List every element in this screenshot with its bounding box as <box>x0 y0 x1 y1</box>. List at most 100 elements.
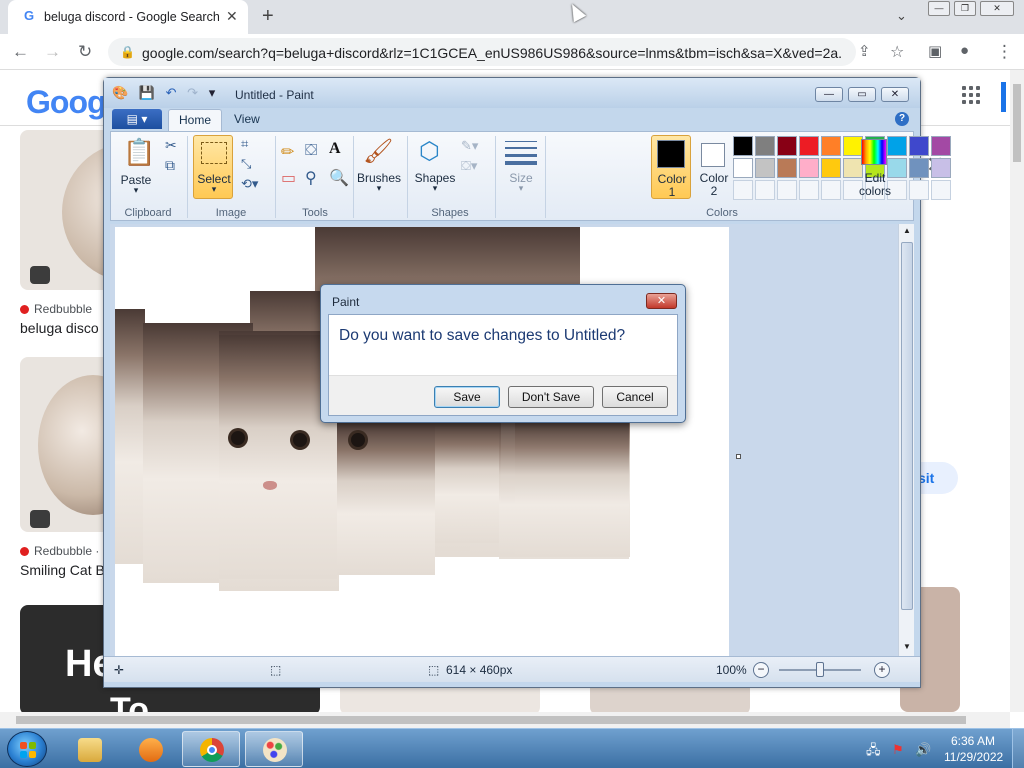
save-icon[interactable]: 💾 <box>139 85 155 100</box>
edit-colors-button[interactable]: Edit colors <box>855 135 895 199</box>
browser-restore-button[interactable]: ❐ <box>954 1 976 16</box>
palette-swatch[interactable] <box>909 136 929 156</box>
zoom-in-button[interactable]: + <box>874 662 890 678</box>
color-2-button[interactable]: Color 2 <box>694 135 734 199</box>
custom-color-slot[interactable] <box>733 180 753 200</box>
cancel-button[interactable]: Cancel <box>602 386 668 408</box>
reload-icon[interactable]: ↻ <box>78 42 92 62</box>
side-panel-icon[interactable]: ▣ <box>928 42 942 60</box>
pencil-icon[interactable]: ✏ <box>281 142 294 162</box>
redo-icon[interactable]: ↷ <box>187 85 198 100</box>
google-apps-icon[interactable] <box>962 86 980 104</box>
tab-search-chevron-icon[interactable]: ⌄ <box>896 8 907 24</box>
taskbar-paint[interactable] <box>245 731 303 767</box>
bookmark-star-icon[interactable]: ☆ <box>890 42 904 62</box>
start-button[interactable] <box>7 731 47 767</box>
show-desktop-button[interactable] <box>1012 729 1024 768</box>
custom-color-slot[interactable] <box>799 180 819 200</box>
browser-menu-icon[interactable]: ⋮ <box>996 42 1013 62</box>
shapes-button[interactable]: ⬡ Shapes ▾ <box>413 135 457 199</box>
volume-icon[interactable]: 🔊 <box>915 742 931 757</box>
custom-color-slot[interactable] <box>821 180 841 200</box>
customize-qat-chevron-icon[interactable]: ▾ <box>209 85 216 100</box>
tab-home[interactable]: Home <box>168 109 222 131</box>
palette-swatch[interactable] <box>777 136 797 156</box>
paste-button[interactable]: 📋 Paste ▾ <box>115 135 157 199</box>
palette-swatch[interactable] <box>755 136 775 156</box>
custom-color-slot[interactable] <box>909 180 929 200</box>
forward-arrow-icon[interactable]: → <box>44 42 61 62</box>
page-horizontal-scrollbar[interactable] <box>0 712 1010 728</box>
eraser-icon[interactable]: ▭ <box>281 168 296 188</box>
palette-swatch[interactable] <box>733 158 753 178</box>
color-1-button[interactable]: Color 1 <box>651 135 691 199</box>
palette-swatch[interactable] <box>909 158 929 178</box>
fill-bucket-icon[interactable]: ⛋ <box>305 142 317 160</box>
taskbar-chrome[interactable] <box>182 731 240 767</box>
text-tool-icon[interactable]: A <box>329 140 341 158</box>
share-icon[interactable]: ⇪ <box>858 42 871 60</box>
result-title[interactable]: Smiling Cat B <box>20 562 105 578</box>
brushes-button[interactable]: 🖌 Brushes ▾ <box>357 135 401 199</box>
paint-minimize-button[interactable]: — <box>815 87 843 102</box>
outline-icon[interactable]: ✎▾ <box>461 138 478 154</box>
cut-icon[interactable]: ✂ <box>165 137 177 154</box>
undo-icon[interactable]: ↶ <box>166 85 177 100</box>
address-bar[interactable]: 🔒 google.com/search?q=beluga+discord&rlz… <box>108 38 856 66</box>
browser-minimize-button[interactable]: — <box>928 1 950 16</box>
clock-time[interactable]: 6:36 AM <box>950 734 996 748</box>
action-center-flag-icon[interactable]: ⚑ <box>892 742 904 757</box>
page-vertical-scrollbar[interactable] <box>1010 70 1024 712</box>
pasted-cat-image[interactable] <box>115 309 145 564</box>
back-arrow-icon[interactable]: ← <box>12 42 29 62</box>
new-tab-icon[interactable]: + <box>262 5 274 28</box>
save-button[interactable]: Save <box>434 386 500 408</box>
color-picker-icon[interactable]: ⚲ <box>305 168 317 188</box>
dialog-close-button[interactable]: ✕ <box>646 293 677 309</box>
select-button[interactable]: Select ▾ <box>193 135 233 199</box>
tab-close-icon[interactable]: ✕ <box>226 8 238 25</box>
pasted-cat-image[interactable] <box>337 423 435 575</box>
rotate-icon[interactable]: ⟲▾ <box>241 176 258 192</box>
palette-swatch[interactable] <box>931 158 951 178</box>
dont-save-button[interactable]: Don't Save <box>508 386 594 408</box>
magnifier-icon[interactable]: 🔍 <box>329 168 349 188</box>
crop-icon[interactable]: ⌗ <box>241 136 248 152</box>
taskbar-explorer[interactable] <box>60 731 118 767</box>
network-icon[interactable]: 🖧 <box>866 742 881 757</box>
size-button[interactable]: Size ▾ <box>501 135 541 199</box>
pasted-cat-image[interactable] <box>435 423 501 543</box>
palette-swatch[interactable] <box>821 158 841 178</box>
copy-icon[interactable]: ⧉ <box>165 157 175 174</box>
zoom-out-button[interactable]: − <box>753 662 769 678</box>
palette-swatch[interactable] <box>777 158 797 178</box>
paint-maximize-button[interactable]: ▭ <box>848 87 876 102</box>
palette-swatch[interactable] <box>821 136 841 156</box>
lock-icon[interactable]: 🔒 <box>120 45 135 59</box>
browser-tab[interactable]: G beluga discord - Google Search ✕ <box>8 0 248 34</box>
tab-view[interactable]: View <box>234 112 260 126</box>
paint-close-button[interactable]: ✕ <box>881 87 909 102</box>
custom-color-slot[interactable] <box>755 180 775 200</box>
url-text[interactable]: google.com/search?q=beluga+discord&rlz=1… <box>142 45 842 61</box>
palette-swatch[interactable] <box>755 158 775 178</box>
zoom-slider-thumb[interactable] <box>816 662 824 677</box>
result-title[interactable]: beluga disco <box>20 320 99 336</box>
sign-in-button-edge[interactable] <box>1001 82 1006 112</box>
result-source[interactable]: Redbubble · <box>20 544 99 558</box>
clock-date[interactable]: 11/29/2022 <box>944 750 1003 764</box>
paint-title-bar[interactable]: 🎨 💾 ↶ ↷ ▾ Untitled - Paint — ▭ ✕ <box>104 78 920 108</box>
resize-icon[interactable]: ⤡ <box>241 156 251 172</box>
result-source[interactable]: Redbubble <box>20 302 92 316</box>
custom-color-slot[interactable] <box>777 180 797 200</box>
browser-close-button[interactable]: ✕ <box>980 1 1014 16</box>
profile-avatar-icon[interactable]: ● <box>960 42 969 59</box>
pasted-cat-image[interactable] <box>499 423 629 559</box>
canvas-vertical-scrollbar[interactable]: ▲ ▼ <box>898 224 914 656</box>
canvas-resize-handle[interactable] <box>736 454 741 459</box>
taskbar-media-player[interactable] <box>121 731 179 767</box>
paint-app-icon[interactable]: 🎨 <box>112 85 128 100</box>
custom-color-slot[interactable] <box>931 180 951 200</box>
help-icon[interactable]: ? <box>895 112 909 126</box>
palette-swatch[interactable] <box>799 158 819 178</box>
